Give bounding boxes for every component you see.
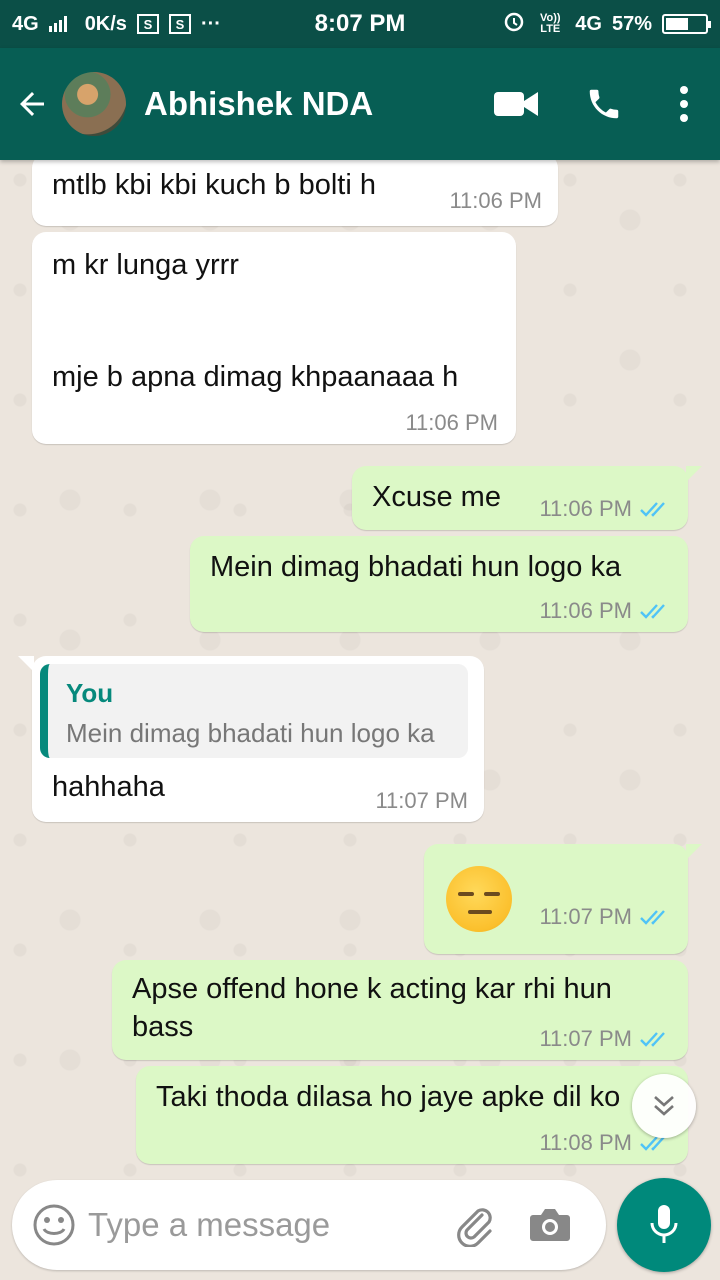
scroll-to-bottom-button[interactable] xyxy=(632,1074,696,1138)
message-time: 11:06 PM xyxy=(405,410,498,435)
message-bubble[interactable]: You Mein dimag bhadati hun logo ka hahha… xyxy=(18,656,484,822)
message-time-text: 11:08 PM xyxy=(539,1130,632,1155)
message-time: 11:07 PM xyxy=(539,1026,670,1052)
voice-call-button[interactable] xyxy=(560,48,648,160)
double-chevron-down-icon xyxy=(654,1096,674,1116)
quote-author: You xyxy=(66,678,114,708)
message-text: Mein dimag bhadati hun logo ka xyxy=(210,551,622,583)
message-text: bass xyxy=(132,1011,194,1043)
message-time: 11:07 PM xyxy=(539,904,670,930)
camera-icon xyxy=(530,1209,570,1241)
more-notifications-icon: ··· xyxy=(200,12,221,35)
double-check-icon xyxy=(640,604,665,619)
notification-s-icon-2: S xyxy=(168,14,191,34)
message-bubble[interactable]: Xcuse me 11:06 PM xyxy=(352,466,702,530)
camera-button[interactable] xyxy=(522,1197,578,1253)
double-check-icon xyxy=(640,910,665,925)
chat-header: Abhishek NDA xyxy=(0,48,720,160)
message-text: Xcuse me xyxy=(372,481,501,513)
message-time: 11:06 PM xyxy=(539,598,670,624)
microphone-icon xyxy=(650,1205,678,1243)
back-button[interactable] xyxy=(4,48,60,160)
paperclip-icon xyxy=(457,1208,492,1247)
notification-s-icon: S xyxy=(136,14,159,34)
message-bubble[interactable]: Apse offend hone k acting kar rhi hun ba… xyxy=(112,960,688,1060)
phone-icon xyxy=(589,89,619,119)
network-speed: 0K/s xyxy=(84,12,127,35)
message-text: mje b apna dimag khpaanaaa h xyxy=(52,361,459,393)
message-text: m kr lunga yrrr xyxy=(52,249,239,281)
message-text: Apse offend hone k acting kar rhi hun xyxy=(132,973,612,1005)
message-composer xyxy=(12,1180,606,1270)
message-input[interactable] xyxy=(88,1206,428,1244)
video-call-icon xyxy=(494,92,538,116)
battery-icon xyxy=(662,14,711,34)
quote-text: Mein dimag bhadati hun logo ka xyxy=(66,718,435,748)
message-bubble[interactable]: Mein dimag bhadati hun logo ka 11:06 PM xyxy=(190,536,688,632)
message-bubble[interactable]: 11:07 PM xyxy=(424,844,702,954)
message-bubble[interactable]: Taki thoda dilasa ho jaye apke dil ko 11… xyxy=(136,1066,688,1164)
attach-button[interactable] xyxy=(446,1197,502,1253)
quoted-message[interactable]: You Mein dimag bhadati hun logo ka xyxy=(40,664,468,758)
volte-label: Vo)) LTE xyxy=(539,12,561,35)
battery-percent: 57% xyxy=(611,12,652,35)
contact-name[interactable]: Abhishek NDA xyxy=(144,85,373,123)
emoji-button[interactable] xyxy=(26,1197,82,1253)
network-type: 4G xyxy=(12,12,39,35)
network-type-right: 4G xyxy=(575,12,602,35)
message-time-text: 11:06 PM xyxy=(539,496,632,521)
status-bar: 4G 0K/s S S ··· 8:07 PM Vo)) LTE 4G 57% xyxy=(0,0,720,48)
emoji-icon xyxy=(33,1204,75,1246)
alarm-icon xyxy=(503,10,525,38)
double-check-icon xyxy=(640,502,665,517)
message-time: 11:06 PM xyxy=(449,188,542,213)
message-bubble[interactable]: m kr lunga yrrr mje b apna dimag khpaana… xyxy=(32,232,516,444)
double-check-icon xyxy=(640,1032,665,1047)
message-time-text: 11:07 PM xyxy=(539,904,632,929)
avatar[interactable] xyxy=(62,72,126,136)
message-bubble[interactable]: mtlb kbi kbi kuch b bolti h 11:06 PM xyxy=(32,160,558,226)
back-arrow-icon xyxy=(20,92,44,116)
message-time: 11:06 PM xyxy=(539,496,670,522)
signal-icon xyxy=(48,16,67,32)
voice-message-button[interactable] xyxy=(617,1178,711,1272)
message-time-text: 11:07 PM xyxy=(539,1026,632,1051)
expressionless-face-emoji xyxy=(446,866,512,932)
message-text: Taki thoda dilasa ho jaye apke dil ko xyxy=(156,1081,621,1113)
more-vertical-icon xyxy=(680,86,688,122)
message-text: mtlb kbi kbi kuch b bolti h xyxy=(52,169,376,201)
message-time: 11:07 PM xyxy=(375,788,468,813)
more-options-button[interactable] xyxy=(648,48,720,160)
message-text: hahhaha xyxy=(52,771,165,803)
chat-area[interactable]: mtlb kbi kbi kuch b bolti h 11:06 PM m k… xyxy=(0,160,720,1180)
video-call-button[interactable] xyxy=(472,48,560,160)
message-time-text: 11:06 PM xyxy=(539,598,632,623)
